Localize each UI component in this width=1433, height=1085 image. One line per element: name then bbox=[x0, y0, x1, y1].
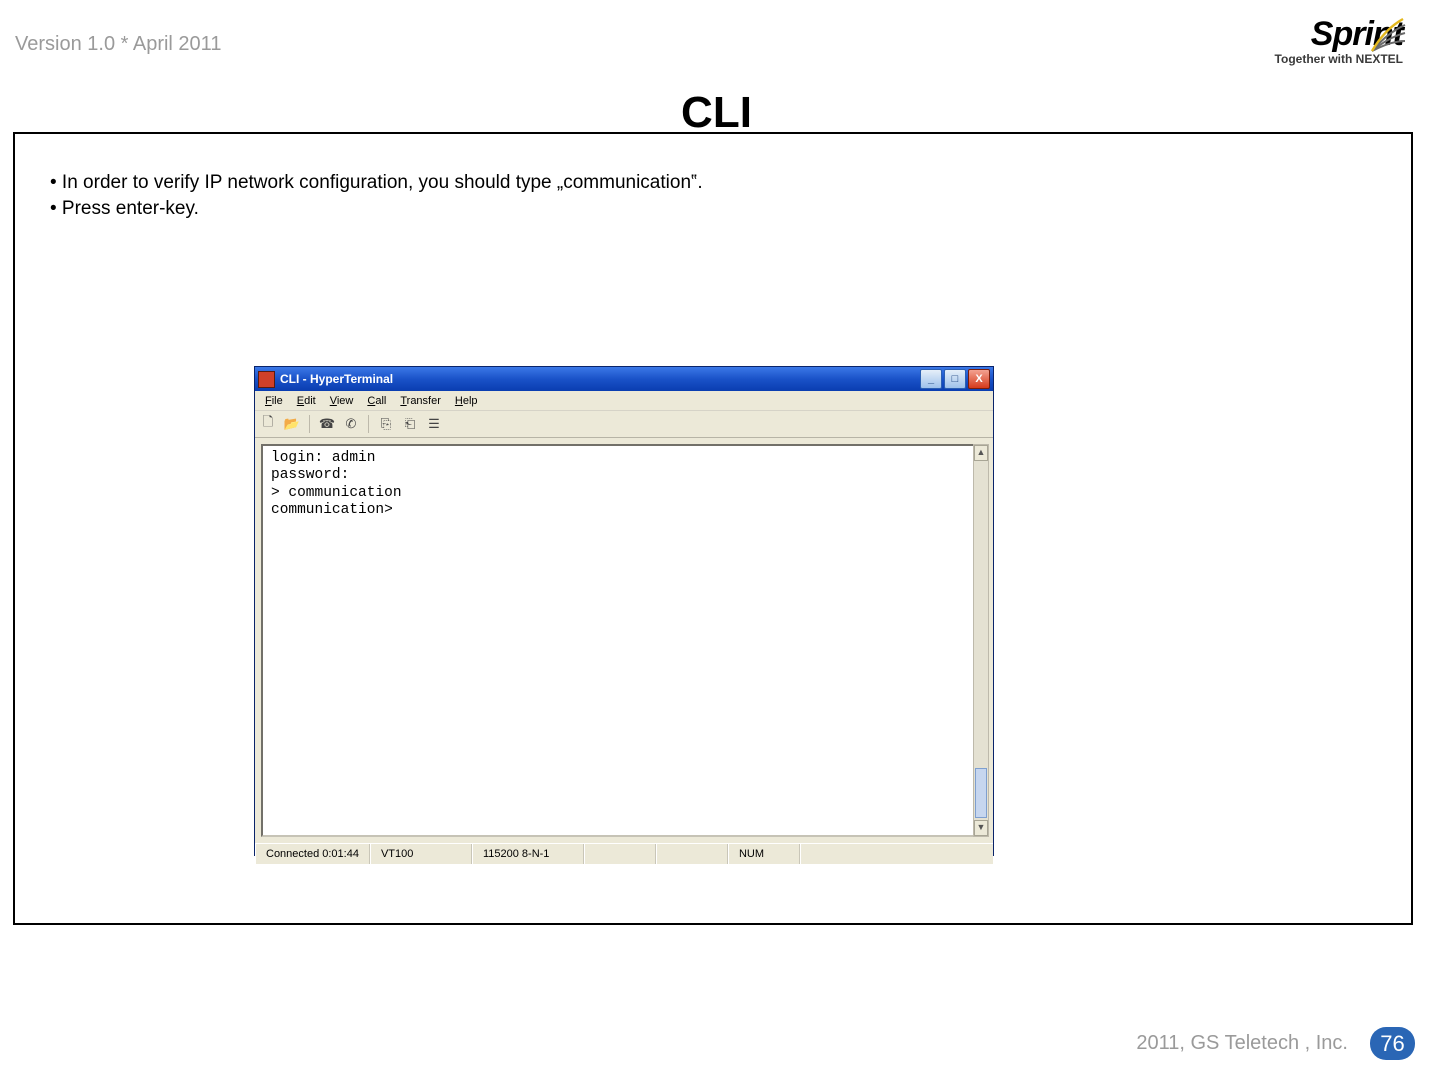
terminal-output: login: admin password: > communication c… bbox=[271, 450, 965, 520]
scroll-up-icon[interactable]: ▲ bbox=[974, 445, 988, 461]
menu-transfer[interactable]: Transfer bbox=[393, 395, 448, 407]
menu-file[interactable]: File bbox=[258, 395, 290, 407]
page-number: 76 bbox=[1370, 1027, 1415, 1060]
status-connected: Connected 0:01:44 bbox=[255, 844, 370, 864]
disconnect-icon[interactable]: ✆ bbox=[342, 415, 360, 433]
menu-bar: File Edit View Call Transfer Help bbox=[255, 391, 993, 411]
properties-icon[interactable]: ☰ bbox=[425, 415, 443, 433]
client-area: login: admin password: > communication c… bbox=[255, 438, 993, 843]
vertical-scrollbar[interactable]: ▲ ▼ bbox=[973, 444, 989, 837]
status-num: NUM bbox=[728, 844, 800, 864]
status-scroll bbox=[584, 844, 656, 864]
send-icon[interactable]: ⎘ bbox=[377, 415, 395, 433]
app-icon bbox=[258, 371, 275, 388]
maximize-button[interactable]: □ bbox=[944, 369, 966, 389]
status-capture bbox=[800, 844, 993, 864]
scroll-down-icon[interactable]: ▼ bbox=[974, 820, 988, 836]
version-text: Version 1.0 * April 2011 bbox=[15, 33, 221, 56]
status-bar: Connected 0:01:44 VT100 115200 8-N-1 NUM bbox=[255, 843, 993, 864]
menu-help[interactable]: Help bbox=[448, 395, 485, 407]
footer-copyright: 2011, GS Teletech , Inc. bbox=[1136, 1032, 1348, 1055]
page-title: CLI bbox=[0, 88, 1433, 138]
tool-bar: 🗋 📂 ☎ ✆ ⎘ ⎗ ☰ bbox=[255, 411, 993, 438]
open-icon[interactable]: 📂 bbox=[283, 415, 301, 433]
close-button[interactable]: X bbox=[968, 369, 990, 389]
minimize-button[interactable]: _ bbox=[920, 369, 942, 389]
new-icon[interactable]: 🗋 bbox=[259, 415, 277, 433]
brand-tagline: Together with NEXTEL bbox=[1275, 52, 1403, 66]
sprint-logo: Sprint Together with NEXTEL bbox=[1275, 15, 1403, 66]
menu-edit[interactable]: Edit bbox=[290, 395, 323, 407]
status-emulation: VT100 bbox=[370, 844, 472, 864]
titlebar[interactable]: CLI - HyperTerminal _ □ X bbox=[255, 367, 993, 391]
scroll-thumb[interactable] bbox=[975, 768, 987, 818]
connect-icon[interactable]: ☎ bbox=[318, 415, 336, 433]
status-settings: 115200 8-N-1 bbox=[472, 844, 584, 864]
receive-icon[interactable]: ⎗ bbox=[401, 415, 419, 433]
menu-view[interactable]: View bbox=[323, 395, 361, 407]
menu-call[interactable]: Call bbox=[360, 395, 393, 407]
fan-icon bbox=[1367, 13, 1407, 53]
bullet-2: • Press enter-key. bbox=[50, 196, 703, 222]
titlebar-text: CLI - HyperTerminal bbox=[280, 372, 393, 386]
bullet-1: • In order to verify IP network configur… bbox=[50, 170, 703, 196]
hyperterminal-window: CLI - HyperTerminal _ □ X File Edit View… bbox=[254, 366, 994, 856]
bullet-list: • In order to verify IP network configur… bbox=[50, 170, 703, 221]
status-caps bbox=[656, 844, 728, 864]
terminal-pane[interactable]: login: admin password: > communication c… bbox=[261, 444, 975, 837]
